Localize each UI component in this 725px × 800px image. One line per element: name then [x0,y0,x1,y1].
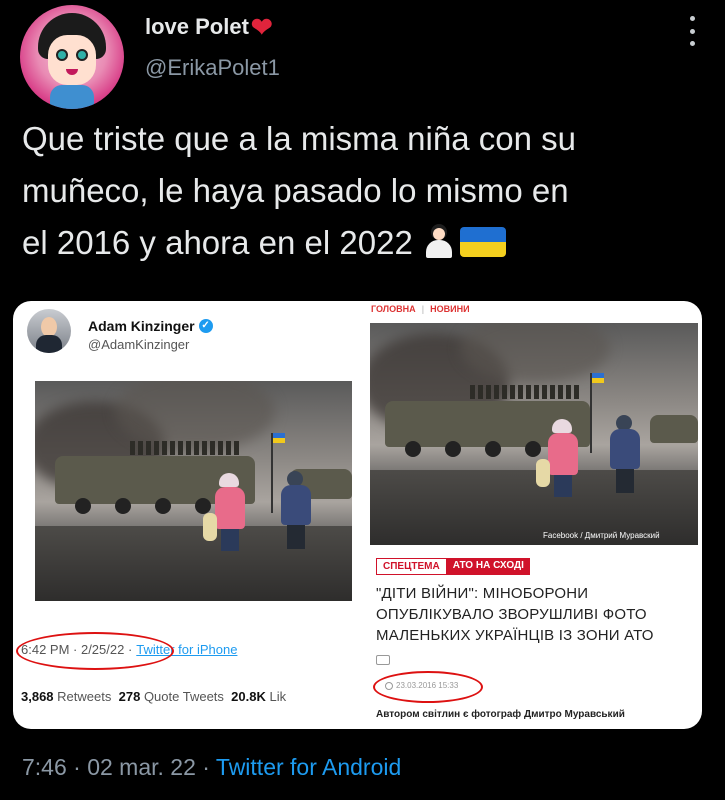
tweet-text: Que triste que a la misma niña con su mu… [22,113,712,269]
news-nav: ГОЛОВНА | НОВИНИ [371,304,470,314]
article-tags: СПЕЦТЕМА АТО НА СХОДІ [376,558,530,575]
tweet-text-line-3: el 2016 y ahora en el 2022 [22,217,712,269]
user-avatar[interactable] [20,5,124,109]
embedded-photo-right [370,323,698,545]
tweet-timestamp[interactable]: 7:46 · 02 mar. 22 · [22,754,210,780]
article-caption: Автором світлин є фотограф Дмитро Муравс… [376,709,625,720]
ukraine-flag-icon [459,227,506,257]
person-shrugging-icon [422,224,456,258]
embedded-photo-left [35,381,352,601]
tweet-text-line-2: muñeco, le haya pasado lo mismo en [22,172,569,209]
user-handle[interactable]: @ErikaPolet1 [145,55,280,81]
red-annotation-circle-left [16,632,174,670]
more-options-icon[interactable] [685,16,699,46]
embedded-name: Adam Kinzinger ✓ [88,318,213,334]
display-name[interactable]: love Polet ❤ [145,14,273,40]
photo-credit: Facebook / Дмитрий Муравский [543,531,660,540]
article-headline: "ДІТИ ВІЙНИ": МІНОБОРОНИ ОПУБЛІКУВАЛО ЗВ… [376,585,654,644]
heart-icon: ❤ [250,12,273,42]
attached-image[interactable]: Adam Kinzinger ✓ @AdamKinzinger 6:42 PM … [13,301,702,729]
kinzinger-avatar [27,309,71,353]
display-name-text[interactable]: love Polet [145,14,249,40]
tweet-footer: 7:46 · 02 mar. 22 · Twitter for Android [22,754,401,781]
embedded-stats: 3,868 Retweets 278 Quote Tweets 20.8K Li… [21,689,287,704]
verified-badge-icon: ✓ [198,319,213,333]
red-annotation-circle-right [373,671,483,703]
tweet-text-line-1: Que triste que a la misma niña con su [22,120,576,157]
camera-icon [376,655,390,665]
tweet-client[interactable]: Twitter for Android [216,754,401,780]
embedded-handle: @AdamKinzinger [88,337,190,352]
